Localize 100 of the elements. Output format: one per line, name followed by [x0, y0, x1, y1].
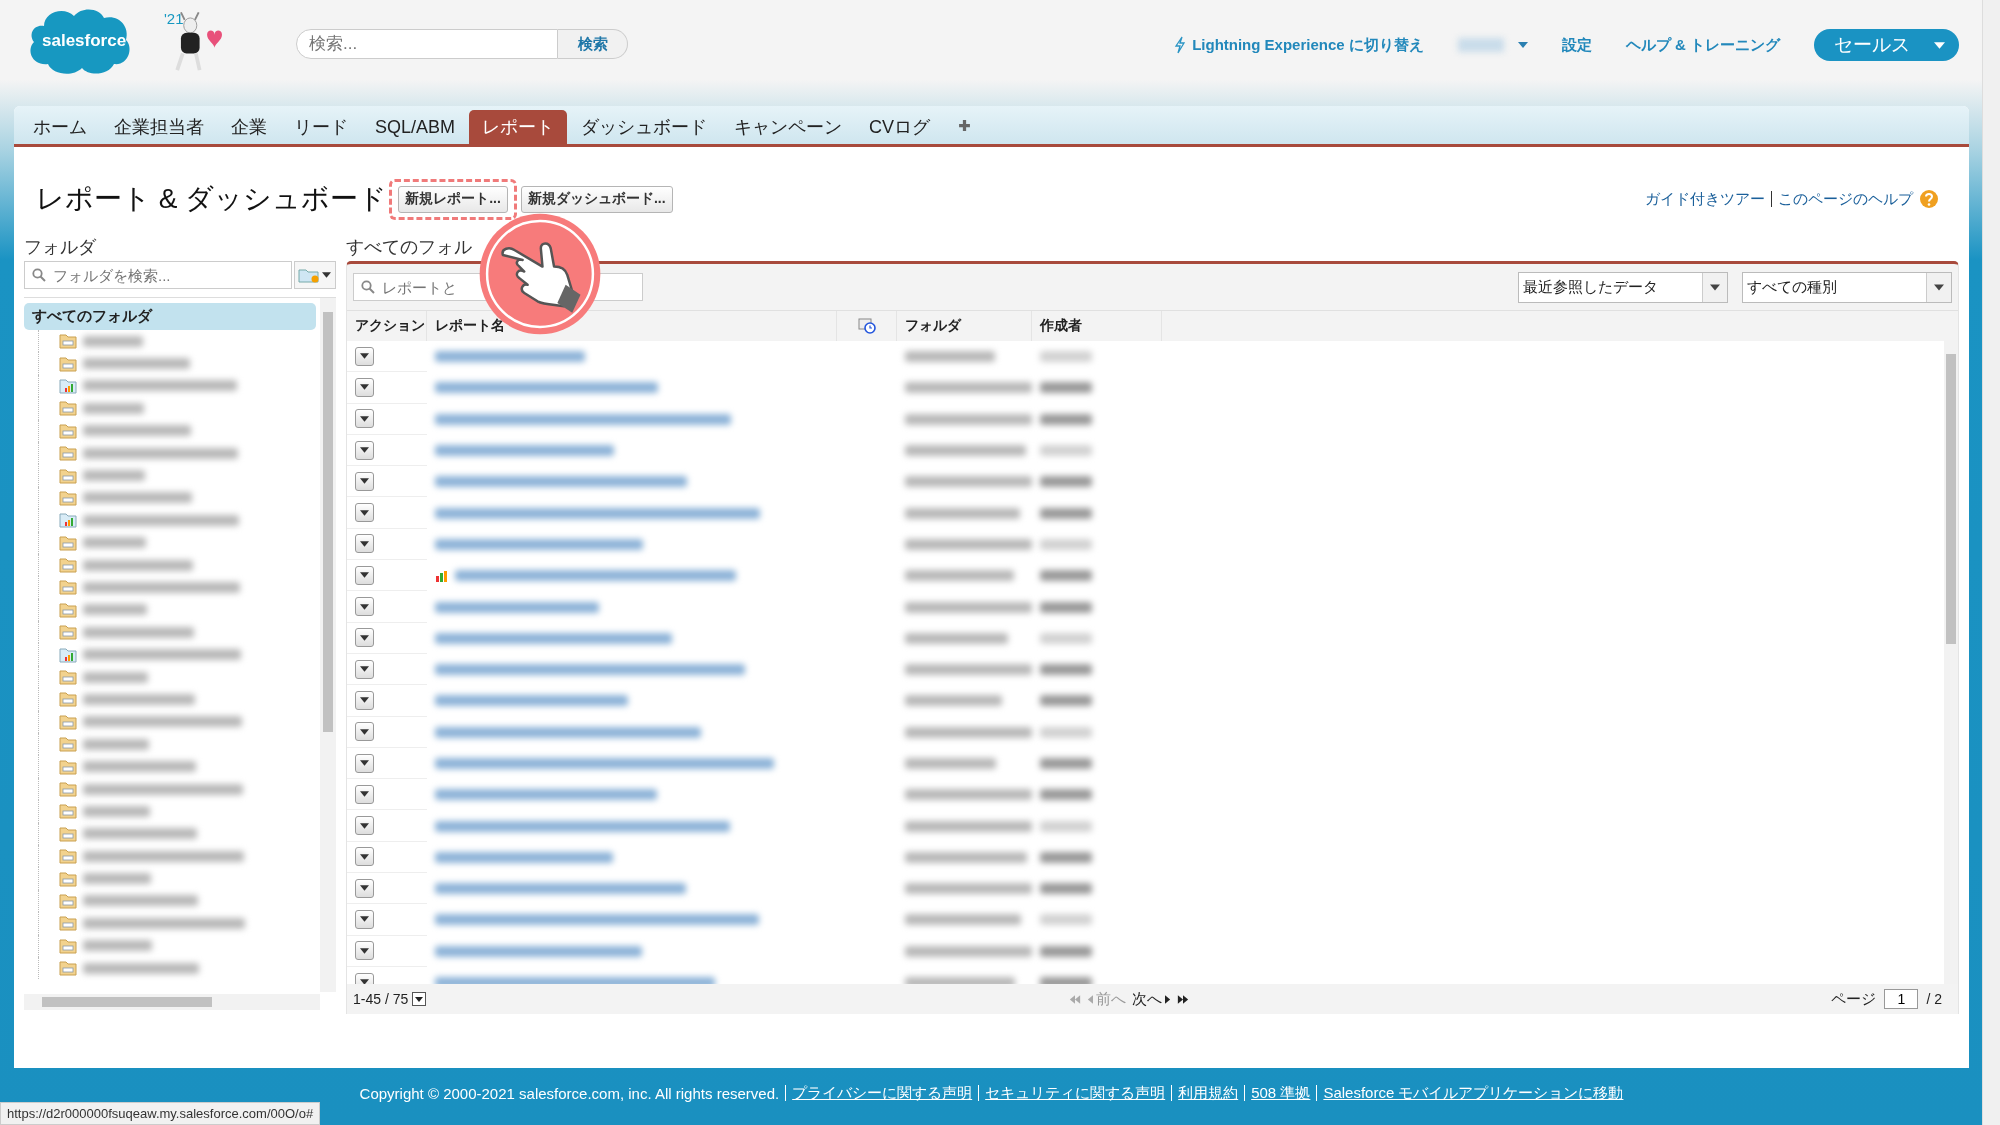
footer-link[interactable]: Salesforce モバイルアプリケーションに移動 — [1323, 1083, 1624, 1103]
row-action-button[interactable] — [355, 816, 374, 836]
filter-dropdown[interactable]: 最近参照したデータ — [1518, 271, 1728, 303]
row-action-button[interactable] — [355, 565, 374, 585]
row-action-button[interactable] — [355, 503, 374, 523]
blurred-folder-name[interactable] — [83, 514, 239, 526]
blurred-report-link[interactable] — [435, 445, 614, 457]
blurred-folder-name[interactable] — [83, 940, 152, 952]
nav-tab[interactable]: レポート — [469, 110, 568, 144]
row-action-button[interactable] — [355, 690, 374, 710]
column-header[interactable]: 作成者 — [1040, 317, 1082, 335]
help-link[interactable]: このページのヘルプ — [1778, 189, 1913, 209]
scrollbar[interactable] — [1982, 0, 2000, 1125]
blurred-folder-name[interactable] — [83, 716, 242, 728]
new-folder-button[interactable] — [294, 261, 336, 289]
blurred-folder-name[interactable] — [83, 850, 244, 862]
blurred-folder-name[interactable] — [83, 671, 148, 683]
blurred-report-link[interactable] — [435, 695, 628, 707]
blurred-report-link[interactable] — [435, 413, 731, 425]
footer-link[interactable]: 利用規約 — [1178, 1083, 1239, 1103]
blurred-folder-name[interactable] — [83, 537, 146, 549]
blurred-folder-name[interactable] — [83, 805, 150, 817]
header-link[interactable]: 設定 — [1561, 35, 1592, 55]
blurred-folder-name[interactable] — [83, 335, 143, 347]
blurred-folder-name[interactable] — [83, 828, 197, 840]
blurred-folder-name[interactable] — [83, 447, 238, 459]
blurred-folder-name[interactable] — [83, 492, 192, 504]
blurred-folder-name[interactable] — [83, 783, 243, 795]
blurred-report-link[interactable] — [435, 632, 672, 644]
clock-icon[interactable] — [857, 318, 876, 334]
new-button[interactable]: 新規レポート... — [398, 185, 508, 213]
blurred-report-link[interactable] — [435, 883, 686, 895]
blurred-folder-name[interactable] — [83, 582, 240, 593]
blurred-report-link[interactable] — [435, 726, 701, 738]
blurred-folder-name[interactable] — [83, 761, 196, 773]
nav-tab[interactable]: 企業担当者 — [101, 110, 217, 144]
blurred-folder-name[interactable] — [83, 693, 195, 705]
row-action-button[interactable] — [355, 722, 374, 742]
row-action-button[interactable] — [355, 878, 374, 898]
blurred-folder-name[interactable] — [83, 917, 245, 929]
footer-link[interactable]: 508 準拠 — [1251, 1083, 1311, 1103]
range-dropdown-button[interactable] — [412, 992, 427, 1006]
row-action-button[interactable] — [355, 910, 374, 929]
blurred-report-link[interactable] — [435, 789, 657, 801]
blurred-folder-name[interactable] — [83, 895, 198, 907]
blurred-report-link[interactable] — [435, 507, 760, 519]
blurred-report-link[interactable] — [435, 851, 613, 863]
blurred-report-link[interactable] — [435, 758, 774, 769]
search-button[interactable]: 検索 — [558, 29, 628, 59]
scrollbar[interactable] — [24, 994, 320, 1010]
row-action-button[interactable] — [355, 471, 374, 491]
next-page-link[interactable]: 次へ — [1131, 989, 1171, 1009]
blurred-report-link[interactable] — [435, 820, 730, 832]
row-action-button[interactable] — [355, 847, 374, 867]
blurred-report-link[interactable] — [455, 570, 736, 582]
help-icon[interactable] — [1919, 189, 1939, 209]
blurred-folder-name[interactable] — [83, 626, 194, 638]
blurred-report-link[interactable] — [435, 476, 687, 488]
nav-tab[interactable]: SQL/ABM — [362, 110, 469, 144]
row-action-button[interactable] — [355, 659, 374, 679]
nav-tab[interactable]: ダッシュボード — [568, 110, 721, 144]
row-action-button[interactable] — [355, 534, 374, 554]
blurred-folder-name[interactable] — [83, 358, 190, 370]
new-button[interactable]: 新規ダッシュボード... — [520, 185, 673, 213]
blurred-folder-name[interactable] — [83, 559, 193, 571]
last-page-icon[interactable] — [1176, 994, 1189, 1004]
row-action-button[interactable] — [355, 409, 374, 429]
row-action-button[interactable] — [355, 628, 374, 648]
app-menu-button[interactable]: セールス — [1814, 29, 1959, 61]
blurred-report-link[interactable] — [435, 945, 642, 957]
blurred-folder-name[interactable] — [83, 425, 191, 437]
row-action-button[interactable] — [355, 377, 374, 397]
blurred-report-link[interactable] — [435, 382, 658, 394]
column-header[interactable]: アクション — [355, 317, 425, 335]
blurred-report-link[interactable] — [435, 601, 599, 613]
column-header[interactable]: フォルダ — [905, 317, 961, 335]
row-action-button[interactable] — [355, 753, 374, 773]
folder-search-field[interactable]: フォルダを検索... — [24, 261, 292, 289]
blurred-folder-name[interactable] — [83, 738, 149, 750]
row-action-button[interactable] — [355, 440, 374, 460]
help-link[interactable]: ガイド付きツアー — [1645, 189, 1765, 209]
footer-link[interactable]: セキュリティに関する声明 — [985, 1083, 1166, 1103]
lightning-switch-link[interactable]: Lightning Experience に切り替え — [1174, 35, 1424, 55]
nav-tab[interactable]: CVログ — [856, 110, 944, 144]
first-page-icon[interactable] — [1068, 994, 1081, 1004]
scrollbar[interactable] — [320, 298, 336, 992]
row-action-button[interactable] — [355, 784, 374, 804]
blurred-folder-name[interactable] — [83, 873, 151, 885]
blurred-folder-name[interactable] — [83, 649, 241, 661]
blurred-report-link[interactable] — [435, 664, 745, 676]
row-action-button[interactable] — [355, 346, 374, 366]
all-folders-item[interactable]: すべてのフォルダ — [24, 303, 316, 330]
add-tab-icon[interactable] — [958, 118, 972, 132]
nav-tab[interactable]: ホーム — [20, 110, 100, 144]
footer-link[interactable]: プライバシーに関する声明 — [792, 1083, 973, 1103]
blurred-folder-name[interactable] — [83, 604, 147, 616]
row-action-button[interactable] — [355, 597, 374, 616]
blurred-report-link[interactable] — [435, 538, 643, 550]
header-link[interactable]: ヘルプ & トレーニング — [1625, 35, 1780, 55]
blurred-report-link[interactable] — [435, 351, 585, 363]
